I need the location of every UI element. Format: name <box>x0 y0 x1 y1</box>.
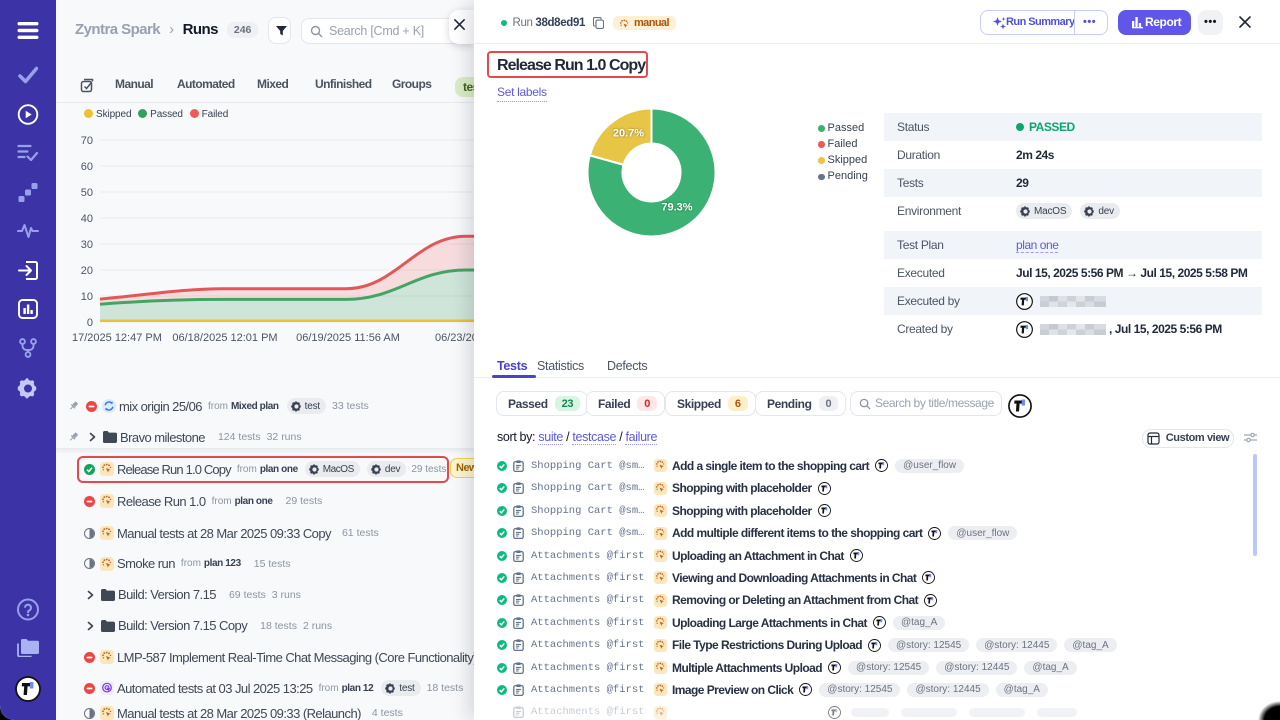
svg-text:70: 70 <box>81 135 93 147</box>
svg-text:40: 40 <box>81 213 93 225</box>
svg-text:06/19/2025 11:56 AM: 06/19/2025 11:56 AM <box>296 332 400 344</box>
svg-text:06/23/202: 06/23/202 <box>435 332 476 344</box>
svg-text:0: 0 <box>87 317 93 329</box>
svg-text:60: 60 <box>81 161 93 173</box>
svg-text:20.7%: 20.7% <box>613 128 644 140</box>
svg-text:30: 30 <box>81 239 93 251</box>
svg-text:79.3%: 79.3% <box>661 202 692 214</box>
svg-text:06/18/2025 12:01 PM: 06/18/2025 12:01 PM <box>172 332 277 344</box>
svg-text:17/2025 12:47 PM: 17/2025 12:47 PM <box>72 332 162 344</box>
svg-text:50: 50 <box>81 187 93 199</box>
svg-text:20: 20 <box>81 265 93 277</box>
svg-text:10: 10 <box>81 291 93 303</box>
